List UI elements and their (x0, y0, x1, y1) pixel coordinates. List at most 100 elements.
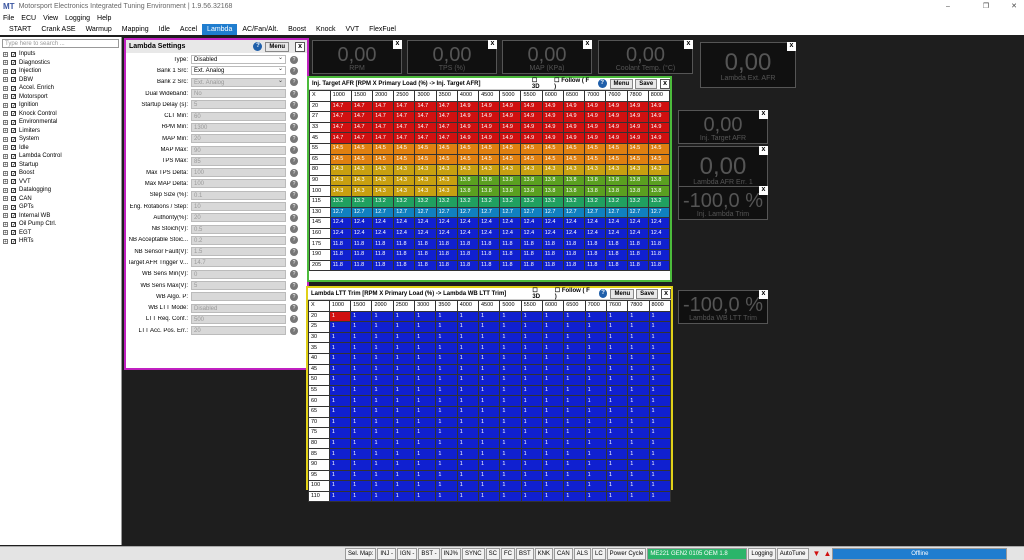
table-cell[interactable]: 1 (648, 321, 671, 333)
table-cell[interactable]: 13.8 (456, 185, 480, 197)
checkbox-follow[interactable]: ☐ Follow ( F ) (555, 287, 593, 300)
table-cell[interactable]: 11.8 (456, 238, 480, 250)
table-cell[interactable]: 12.4 (562, 217, 586, 229)
table-cell[interactable]: 1 (541, 352, 565, 365)
setting-value-field[interactable]: Ext. Analog ⌄ (191, 77, 286, 87)
table-cell[interactable]: 13.2 (350, 195, 374, 208)
table-cell[interactable]: 1 (584, 310, 607, 323)
table-cell[interactable]: 1 (520, 469, 543, 482)
table-cell[interactable]: 14.5 (626, 153, 649, 166)
table-cell[interactable]: 11.8 (626, 248, 649, 261)
table-cell[interactable]: 1 (541, 437, 565, 450)
status-autotune[interactable]: AutoTune (776, 547, 809, 560)
table-cell[interactable]: 1 (435, 469, 458, 482)
status-power-cycle[interactable]: Power Cycle (606, 547, 647, 560)
table-cell[interactable]: 1 (414, 384, 437, 397)
table-cell[interactable]: 11.8 (647, 259, 671, 272)
table-cell[interactable]: 14.9 (456, 121, 480, 134)
table-cell[interactable]: 1 (350, 458, 373, 471)
table-cell[interactable]: 1 (520, 427, 543, 439)
menu-item[interactable]: ECU (21, 15, 36, 22)
table-cell[interactable]: 1 (435, 384, 458, 397)
info-icon[interactable]: ? (290, 191, 298, 200)
table-cell[interactable]: 11.8 (520, 259, 543, 272)
status-als[interactable]: ALS (573, 547, 591, 560)
table-cell[interactable]: 1 (499, 363, 522, 376)
table-cell[interactable]: 14.9 (478, 111, 501, 123)
table-cell[interactable]: 1 (563, 427, 586, 439)
table-cell[interactable]: 14.5 (562, 142, 586, 155)
expand-icon[interactable]: + (3, 213, 8, 219)
table-cell[interactable]: 12.4 (499, 217, 522, 229)
table-cell[interactable]: 1 (328, 384, 352, 397)
table-cell[interactable]: 1 (584, 480, 607, 492)
expand-icon[interactable]: + (3, 94, 8, 100)
table-cell[interactable]: 1 (392, 448, 416, 460)
table-cell[interactable]: 11.8 (393, 238, 416, 250)
info-icon[interactable]: ? (290, 112, 298, 121)
table-cell[interactable]: 1 (627, 331, 650, 344)
table-cell[interactable]: 13.2 (520, 195, 543, 208)
table-cell[interactable]: 1 (520, 395, 543, 407)
table-cell[interactable]: 11.8 (541, 248, 564, 261)
table-cell[interactable]: 14.9 (499, 121, 522, 134)
table-cell[interactable]: 1 (563, 384, 586, 397)
table-cell[interactable]: 14.7 (350, 132, 374, 144)
table-cell[interactable]: 1 (477, 416, 501, 429)
table-cell[interactable]: 12.4 (647, 227, 671, 240)
table-cell[interactable]: 1 (584, 352, 607, 365)
table-cell[interactable]: 1 (541, 321, 565, 333)
table-cell[interactable]: 1 (477, 342, 501, 354)
table-cell[interactable]: 1 (648, 458, 671, 471)
setting-value-field[interactable]: 10 (191, 202, 286, 211)
table-cell[interactable]: 1 (435, 395, 458, 407)
table-cell[interactable]: 14.3 (456, 164, 480, 176)
table-cell[interactable]: 1 (392, 395, 416, 407)
table-cell[interactable]: 14.7 (329, 111, 352, 123)
status-me221-gen2-0105-oem-1-8[interactable]: ME221 GEN2 0105 OEM 1.8 (647, 547, 748, 560)
table-cell[interactable]: 14.9 (541, 100, 564, 113)
expand-icon[interactable]: + (3, 60, 8, 66)
table-cell[interactable]: 1 (584, 363, 607, 376)
checkbox-icon[interactable]: ✓ (11, 94, 16, 100)
table-cell[interactable]: 1 (499, 469, 522, 482)
table-cell[interactable]: 1 (328, 363, 352, 376)
table-cell[interactable]: 14.3 (435, 164, 458, 176)
table-cell[interactable]: 13.2 (499, 195, 522, 208)
table-cell[interactable]: 11.8 (562, 238, 586, 250)
status-inj-[interactable]: INJ% (440, 547, 461, 560)
table-cell[interactable]: 1 (435, 331, 458, 344)
table-cell[interactable]: 1 (414, 448, 437, 460)
table-cell[interactable]: 1 (627, 437, 650, 450)
table-cell[interactable]: 1 (392, 342, 416, 354)
table-cell[interactable]: 12.4 (478, 217, 501, 229)
table-cell[interactable]: 1 (371, 427, 394, 439)
table-cell[interactable]: 13.8 (456, 174, 480, 187)
table-cell[interactable]: 11.8 (393, 248, 416, 261)
table-cell[interactable]: 1 (541, 363, 565, 376)
table-cell[interactable]: 14.9 (584, 121, 607, 134)
table-cell[interactable]: 1 (371, 469, 394, 482)
expand-icon[interactable]: + (3, 230, 8, 236)
table-cell[interactable]: 1 (392, 374, 416, 386)
table-cell[interactable]: 13.8 (562, 185, 586, 197)
table-cell[interactable]: 11.8 (435, 238, 458, 250)
table-cell[interactable]: 12.4 (520, 227, 543, 240)
table-cell[interactable]: 14.9 (478, 132, 501, 144)
checkbox-icon[interactable]: ✓ (11, 128, 16, 134)
info-icon[interactable]: ? (290, 270, 298, 279)
table-cell[interactable]: 1 (627, 458, 650, 471)
table-cell[interactable]: 13.2 (478, 195, 501, 208)
table-cell[interactable]: 1 (392, 469, 416, 482)
expand-icon[interactable]: + (3, 170, 8, 176)
table-cell[interactable]: 1 (477, 437, 501, 450)
table-cell[interactable]: 14.9 (626, 111, 649, 123)
table-cell[interactable]: 1 (541, 342, 565, 354)
expand-icon[interactable]: + (3, 111, 8, 117)
info-icon[interactable]: ? (290, 55, 298, 64)
table-cell[interactable]: 1 (456, 384, 480, 397)
table-cell[interactable]: 14.9 (499, 111, 522, 123)
tree-item[interactable]: + ✓ Knock Control (0, 110, 121, 119)
table-cell[interactable]: 1 (350, 480, 373, 492)
table-cell[interactable]: 1 (477, 480, 501, 492)
